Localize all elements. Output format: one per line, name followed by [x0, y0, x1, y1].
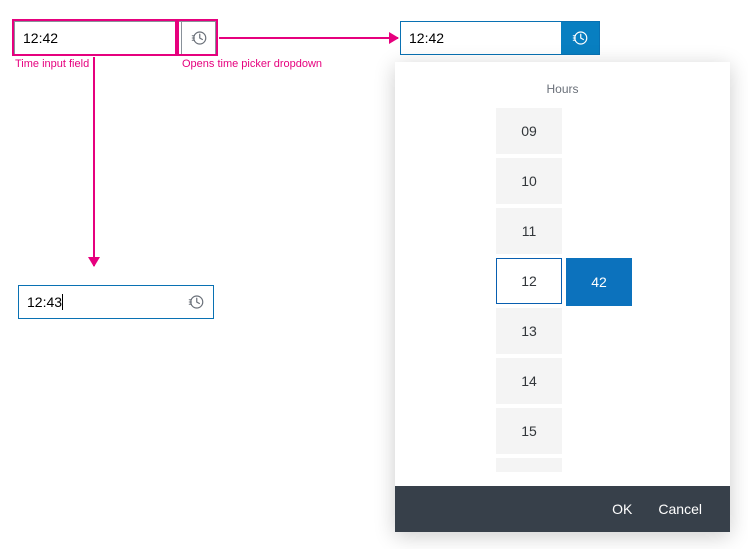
hour-option[interactable]: 14 [496, 358, 562, 404]
minute-selected[interactable]: 42 [566, 258, 632, 306]
annotation-caption-field: Time input field [15, 58, 89, 70]
time-picker-button-active[interactable] [561, 22, 599, 54]
hour-option-selected[interactable]: 12 [496, 258, 562, 304]
time-picker-button[interactable] [179, 286, 213, 318]
dropdown-header: Hours [395, 82, 730, 96]
clock-icon [187, 293, 205, 311]
hour-option-partial[interactable] [496, 458, 562, 472]
hour-option[interactable]: 11 [496, 208, 562, 254]
time-input-focused: 12:43 [18, 285, 214, 319]
time-field-focused[interactable]: 12:43 [19, 286, 179, 318]
annotation-caption-icon: Opens time picker dropdown [182, 58, 322, 70]
hour-option[interactable]: 15 [496, 408, 562, 454]
hour-option[interactable]: 13 [496, 308, 562, 354]
dropdown-body: Hours 09 10 11 12 13 14 15 42 [395, 62, 730, 486]
clock-icon [571, 29, 589, 47]
cancel-button[interactable]: Cancel [658, 501, 702, 517]
ok-button[interactable]: OK [612, 501, 632, 517]
arrow-to-dropdown [219, 37, 398, 39]
time-value: 12:43 [27, 294, 62, 310]
time-value: 12:42 [409, 30, 444, 46]
annotation-box-field [12, 19, 177, 56]
time-picker-dropdown: Hours 09 10 11 12 13 14 15 42 OK Cancel [395, 62, 730, 532]
dropdown-footer: OK Cancel [395, 486, 730, 532]
time-field-active[interactable]: 12:42 [401, 22, 561, 54]
hour-option[interactable]: 09 [496, 108, 562, 154]
time-input-active: 12:42 [400, 21, 600, 55]
arrow-to-focused [93, 57, 95, 266]
hour-option[interactable]: 10 [496, 158, 562, 204]
hours-column[interactable]: 09 10 11 12 13 14 15 [496, 108, 562, 472]
text-caret [62, 294, 63, 310]
annotation-box-icon [177, 19, 218, 56]
minutes-column[interactable]: 42 [566, 258, 632, 306]
